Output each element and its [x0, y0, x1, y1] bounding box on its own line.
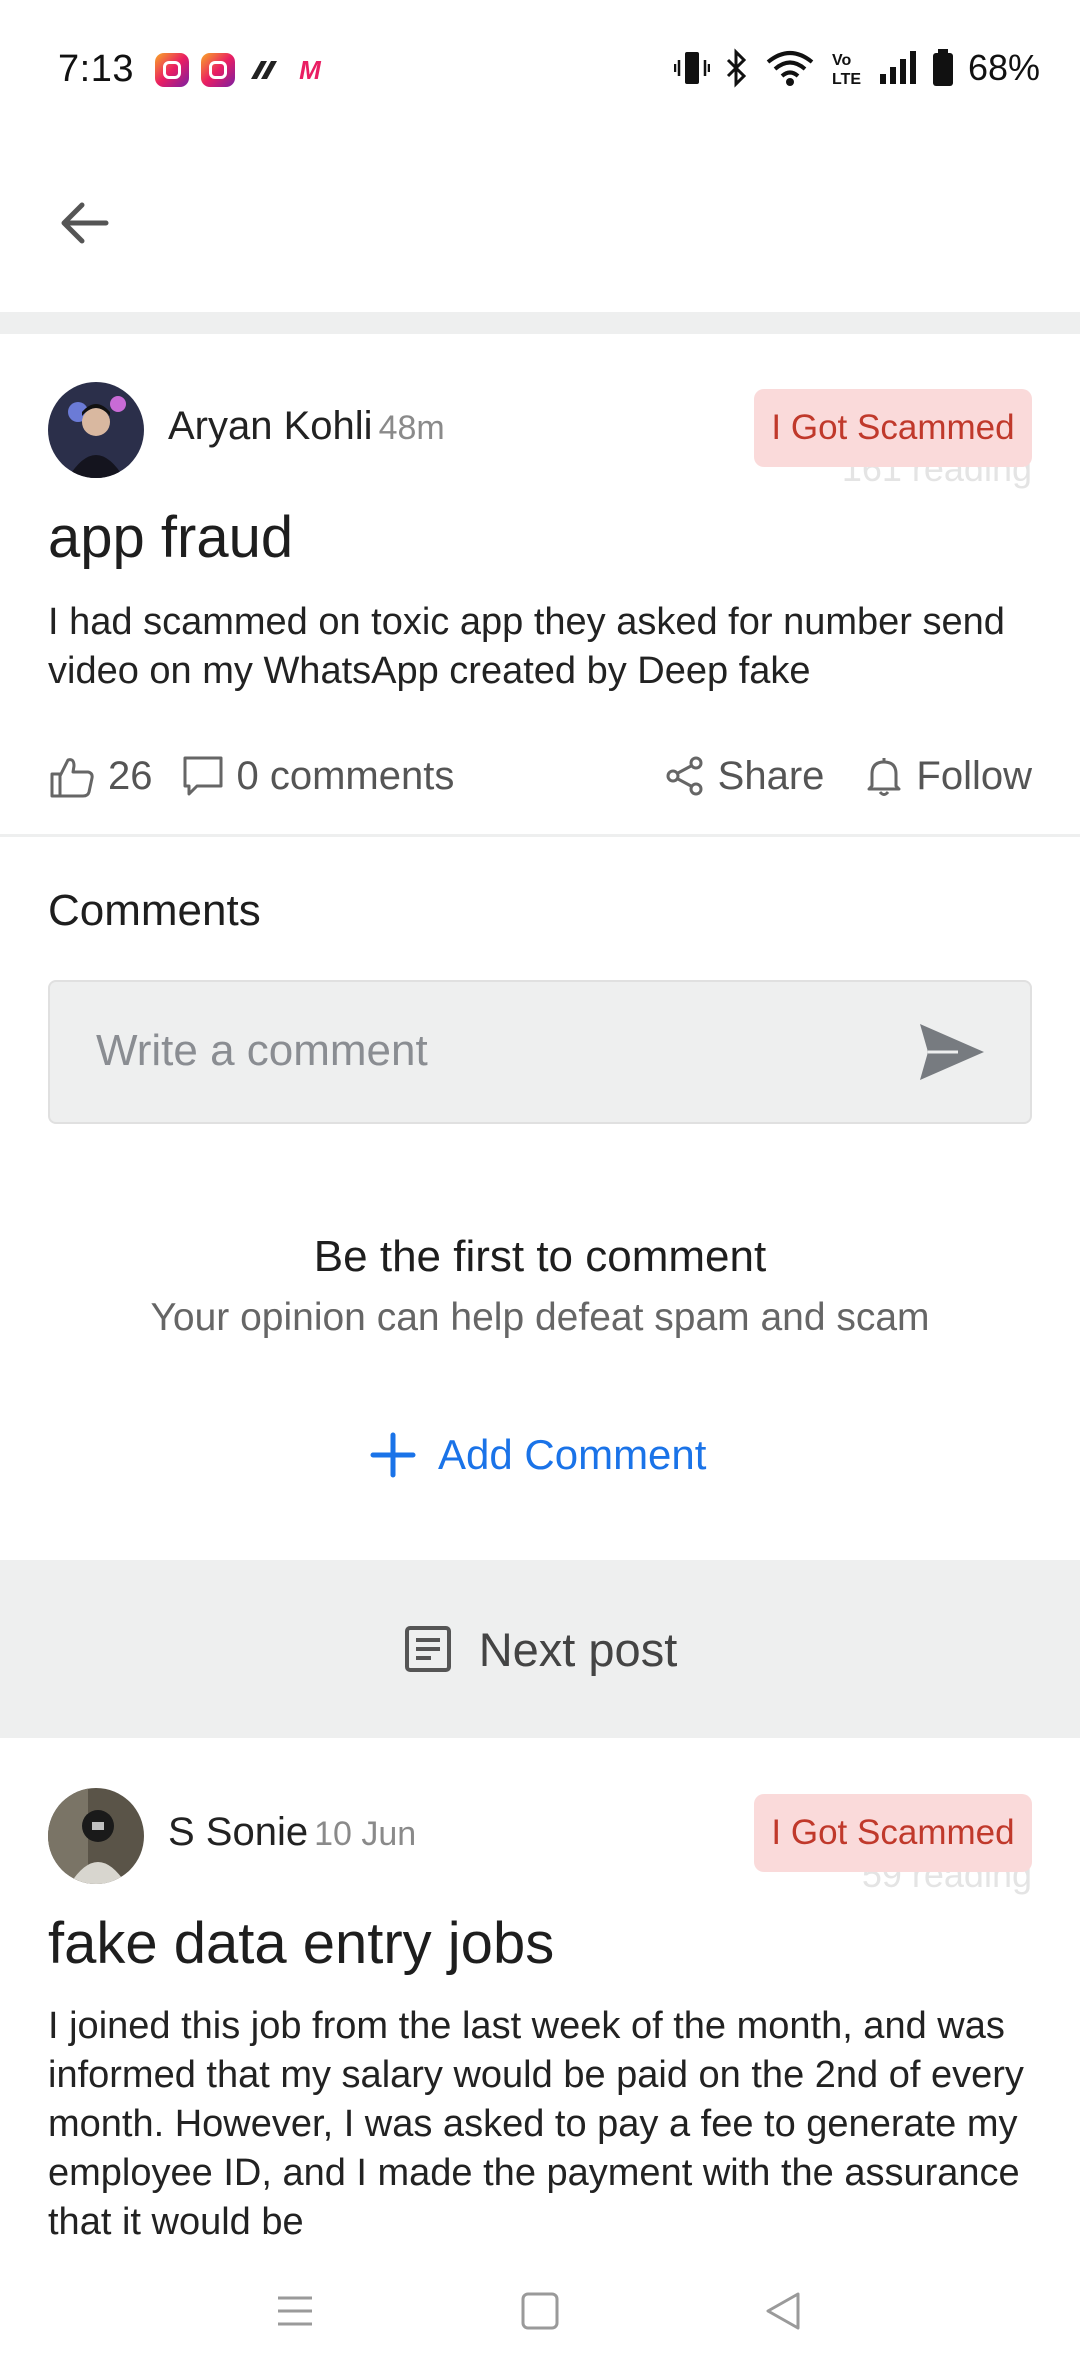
add-comment-button[interactable]: Add Comment	[370, 1420, 706, 1490]
section-separator	[0, 312, 1080, 334]
myntra-icon: M	[299, 55, 321, 85]
post-body: I joined this job from the last week of …	[48, 2005, 1024, 2242]
share-icon	[666, 756, 703, 796]
instagram-icon	[201, 53, 235, 87]
like-button[interactable]: 26	[48, 752, 153, 800]
status-icons: Vo LTE 68%	[673, 46, 1040, 90]
author-name[interactable]: Aryan Kohli	[168, 404, 373, 448]
top-app-bar	[0, 140, 1080, 312]
battery-icon	[932, 49, 953, 86]
author-line: Aryan Kohli 48m	[168, 404, 445, 449]
menu-icon	[278, 2296, 312, 2326]
home-icon	[521, 2292, 559, 2330]
next-post-label: Next post	[478, 1622, 678, 1676]
empty-state-subtitle: Your opinion can help defeat spam and sc…	[150, 1296, 930, 1339]
thumbs-up-icon	[50, 758, 94, 798]
next-post-button[interactable]: Next post	[0, 1560, 1080, 1738]
like-count: 26	[108, 753, 153, 798]
home-button[interactable]	[515, 2286, 565, 2336]
recents-button[interactable]	[270, 2286, 320, 2336]
avatar[interactable]	[48, 1788, 144, 1884]
category-tag[interactable]: I Got Scammed	[754, 1794, 1032, 1872]
follow-label: Follow	[916, 753, 1032, 798]
post-time: 48m	[378, 409, 445, 447]
volte-icon: Vo LTE	[832, 52, 861, 88]
comments-heading: Comments	[48, 886, 261, 935]
post-body: I had scammed on toxic app they asked fo…	[48, 601, 1005, 692]
post-actions: 26 0 comments Share Follow	[48, 740, 1032, 812]
add-comment-label: Add Comment	[438, 1431, 707, 1478]
post-time: 10 Jun	[314, 1815, 417, 1853]
vibrate-icon	[673, 52, 710, 84]
comment-input[interactable]: Write a comment	[48, 980, 1032, 1124]
document-icon	[404, 1626, 451, 1672]
svg-text:LTE: LTE	[832, 71, 861, 88]
bell-icon	[867, 758, 901, 796]
back-arrow-icon	[61, 202, 109, 244]
svg-text:Vo: Vo	[832, 52, 851, 69]
back-button[interactable]	[50, 188, 120, 258]
author-line: S Sonie 10 Jun	[168, 1810, 416, 1855]
post-card: S Sonie 10 Jun 59 reading I Got Scammed f…	[0, 1738, 1080, 2250]
notification-icons: M	[155, 53, 327, 87]
app-notification-icon	[247, 53, 281, 87]
share-button[interactable]: Share	[664, 753, 825, 799]
post-title: app fraud	[48, 505, 294, 570]
bluetooth-icon	[726, 48, 747, 88]
empty-state-title: Be the first to comment	[313, 1232, 767, 1281]
comments-count: 0 comments	[236, 753, 455, 798]
post-title: fake data entry jobs	[48, 1911, 555, 1976]
signal-icon	[879, 51, 916, 84]
send-icon	[920, 1024, 984, 1080]
status-bar: 7:13 M Vo LTE 68%	[0, 0, 1080, 140]
share-label: Share	[717, 753, 825, 798]
comments-button[interactable]: 0 comments	[181, 753, 455, 799]
divider	[0, 834, 1080, 837]
plus-icon	[370, 1432, 416, 1478]
comment-placeholder: Write a comment	[96, 1026, 428, 1075]
system-navigation-bar	[0, 2250, 1080, 2372]
instagram-icon	[155, 53, 189, 87]
comment-icon	[183, 756, 222, 796]
battery-percent: 68%	[967, 47, 1040, 88]
follow-button[interactable]: Follow	[864, 754, 1032, 799]
back-triangle-icon	[766, 2292, 800, 2330]
avatar[interactable]	[48, 382, 144, 478]
author-name[interactable]: S Sonie	[168, 1810, 308, 1854]
status-time: 7:13	[58, 48, 134, 90]
send-button[interactable]	[918, 1020, 986, 1084]
system-back-button[interactable]	[758, 2286, 808, 2336]
wifi-icon	[766, 51, 814, 86]
category-tag[interactable]: I Got Scammed	[754, 389, 1032, 467]
